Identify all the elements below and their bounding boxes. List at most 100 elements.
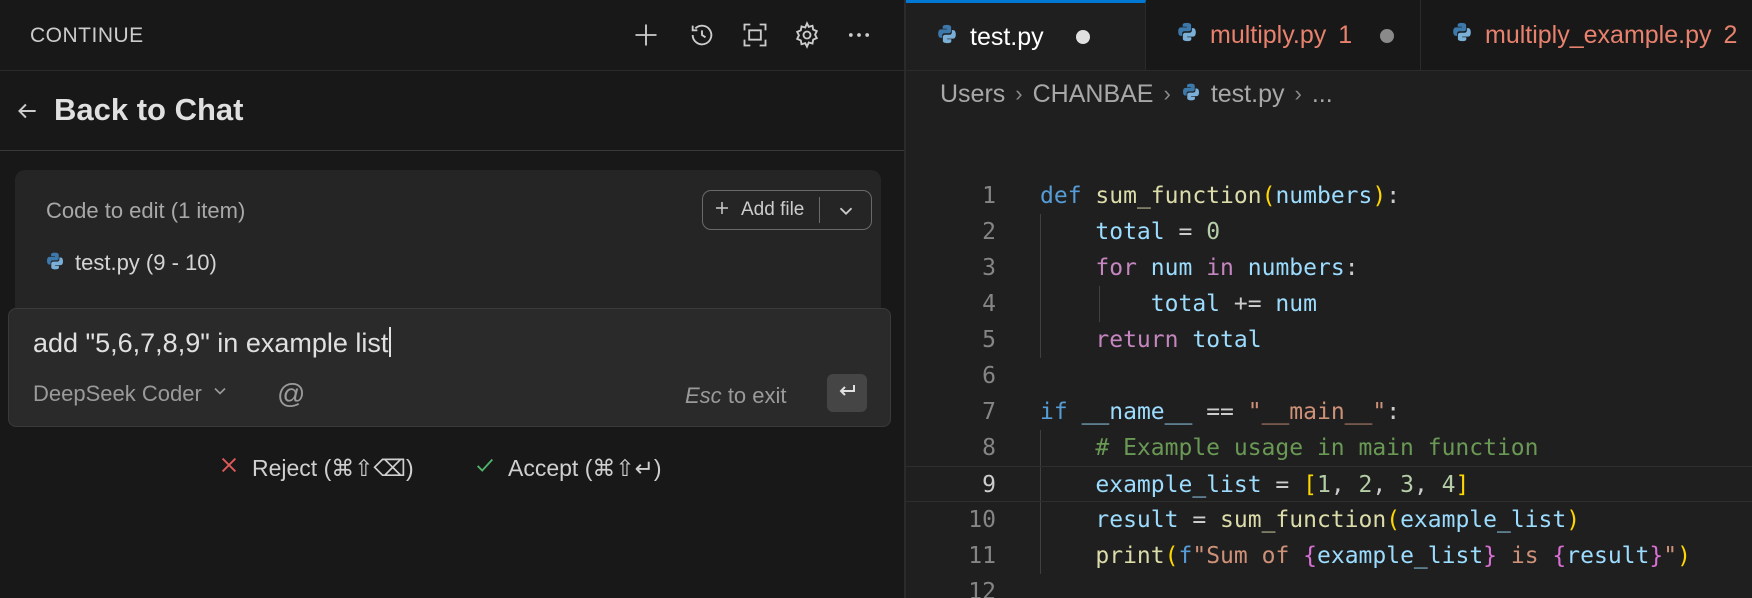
prompt-input-value: add "5,6,7,8,9" in example list (33, 328, 389, 358)
line-number: 12 (968, 579, 996, 598)
code-to-edit-card: Code to edit (1 item) Add file test.py (… (15, 170, 881, 320)
tab-multiply-example-py[interactable]: multiply_example.py 2 (1421, 0, 1752, 70)
file-chip[interactable]: test.py (9 - 10) (45, 250, 217, 276)
accept-button[interactable]: Accept (⌘⇧↵) (474, 454, 662, 482)
line-code: result = sum_function(example_list) (1095, 507, 1581, 533)
line-code: print(f"Sum of {example_list} is {result… (1095, 543, 1691, 569)
reject-button[interactable]: Reject (⌘⇧⌫) (218, 454, 414, 482)
enter-icon (835, 379, 859, 408)
code-line[interactable]: 11 print(f"Sum of {example_list} is {res… (906, 538, 1752, 574)
tab-label: multiply_example.py (1485, 21, 1712, 49)
line-number: 1 (982, 183, 996, 209)
code-area[interactable]: 1 def sum_function(numbers): 2 total = 03 … (906, 178, 1752, 598)
file-chip-label: test.py (9 - 10) (75, 250, 217, 275)
panel-title: CONTINUE (30, 24, 144, 47)
line-code: def sum_function(numbers): (1040, 183, 1401, 209)
code-line[interactable]: 7 if __name__ == "__main__": (906, 394, 1752, 430)
chevron-down-icon[interactable] (827, 200, 867, 222)
line-code: total += num (1150, 291, 1317, 317)
check-icon (474, 454, 496, 482)
code-line[interactable]: 9 example_list = [1, 2, 3, 4] (906, 466, 1752, 502)
back-to-chat-row[interactable]: Back to Chat (0, 72, 904, 151)
chevron-right-icon: › (1163, 81, 1171, 106)
code-line[interactable]: 8 # Example usage in main function (906, 430, 1752, 466)
code-line[interactable]: 2 total = 0 (906, 214, 1752, 250)
python-file-icon (1181, 80, 1201, 109)
plus-icon[interactable] (630, 19, 662, 51)
tab-label: test.py (970, 22, 1044, 51)
x-icon (218, 454, 240, 482)
python-file-icon (936, 23, 958, 52)
code-line[interactable]: 10 result = sum_function(example_list) (906, 502, 1752, 538)
unsaved-dot[interactable] (1075, 30, 1090, 44)
tab-label: multiply.py (1210, 21, 1327, 49)
chevron-right-icon: › (1294, 81, 1302, 106)
line-number: 11 (968, 543, 996, 569)
code-to-edit-title: Code to edit (1 item) (46, 198, 246, 223)
accept-label: Accept (⌘⇧↵) (508, 454, 662, 481)
line-number: 7 (982, 399, 996, 425)
at-mention-icon[interactable]: @ (277, 378, 305, 410)
line-code: # Example usage in main function (1095, 435, 1539, 461)
panel-header: CONTINUE (0, 0, 904, 71)
diff-actions: Reject (⌘⇧⌫) Accept (⌘⇧↵) (0, 450, 904, 490)
esc-key: Esc (685, 383, 722, 408)
python-file-icon (1451, 21, 1473, 50)
unsaved-dot[interactable] (1380, 28, 1395, 43)
history-icon[interactable] (686, 19, 718, 51)
code-line[interactable]: 6 (906, 358, 1752, 394)
add-file-label: Add file (741, 199, 805, 220)
code-line[interactable]: 1 def sum_function(numbers): (906, 178, 1752, 214)
tab-test-py[interactable]: test.py (906, 0, 1146, 70)
breadcrumb-users[interactable]: Users (940, 80, 1005, 109)
text-caret (389, 327, 392, 357)
arrow-left-icon[interactable] (14, 98, 40, 124)
plus-icon (713, 197, 735, 223)
code-line[interactable]: 3 for num in numbers: (906, 250, 1752, 286)
line-number: 5 (982, 327, 996, 353)
line-code: total = 0 (1095, 219, 1221, 245)
chevron-right-icon: › (1015, 81, 1023, 106)
breadcrumb: Users › CHANBAE › test.py › ... (940, 76, 1333, 112)
line-number: 3 (982, 255, 996, 281)
line-code: example_list = [1, 2, 3, 4] (1095, 472, 1470, 498)
submit-button[interactable] (827, 374, 867, 412)
model-selector[interactable]: DeepSeek Coder (33, 381, 230, 407)
problem-count-badge: 1 (1338, 21, 1353, 49)
line-code: for num in numbers: (1095, 255, 1359, 281)
breadcrumb-file[interactable]: test.py (1211, 80, 1285, 109)
line-number: 10 (968, 507, 996, 533)
prompt-input[interactable]: add "5,6,7,8,9" in example list (33, 327, 392, 359)
reject-label: Reject (⌘⇧⌫) (252, 454, 414, 481)
python-file-icon (45, 251, 65, 276)
line-number: 2 (982, 219, 996, 245)
breadcrumb-symbol[interactable]: ... (1312, 80, 1333, 109)
more-icon[interactable] (843, 19, 875, 51)
line-number: 8 (982, 435, 996, 461)
esc-hint: Esc to exit (685, 383, 787, 409)
editor-tabs: test.py multiply.py 1 multiply_example.p… (906, 0, 1752, 71)
code-line[interactable]: 4 total += num (906, 286, 1752, 322)
fullscreen-icon[interactable] (739, 19, 771, 51)
esc-hint-text: to exit (727, 383, 787, 408)
python-file-icon (1176, 21, 1198, 50)
button-divider (819, 197, 820, 223)
code-editor: test.py multiply.py 1 multiply_example.p… (906, 0, 1752, 598)
line-number: 4 (982, 291, 996, 317)
line-number: 9 (982, 472, 996, 498)
model-name: DeepSeek Coder (33, 381, 202, 406)
line-code: if __name__ == "__main__": (1040, 399, 1401, 425)
edit-prompt-box[interactable]: add "5,6,7,8,9" in example list DeepSeek… (8, 308, 891, 427)
breadcrumb-chanbae[interactable]: CHANBAE (1033, 80, 1154, 109)
continue-panel: CONTINUE Back to Chat Code to edit (1 it… (0, 0, 904, 598)
add-file-button[interactable]: Add file (702, 190, 872, 230)
back-to-chat-button[interactable]: Back to Chat (54, 92, 243, 128)
gear-icon[interactable] (791, 19, 823, 51)
tab-multiply-py[interactable]: multiply.py 1 (1146, 0, 1421, 70)
code-line[interactable]: 5 return total (906, 322, 1752, 358)
line-code: return total (1095, 327, 1262, 353)
chevron-down-icon (210, 381, 230, 407)
line-number: 6 (982, 363, 996, 389)
problem-count-badge: 2 (1723, 21, 1738, 49)
code-line[interactable]: 12 (906, 574, 1752, 598)
